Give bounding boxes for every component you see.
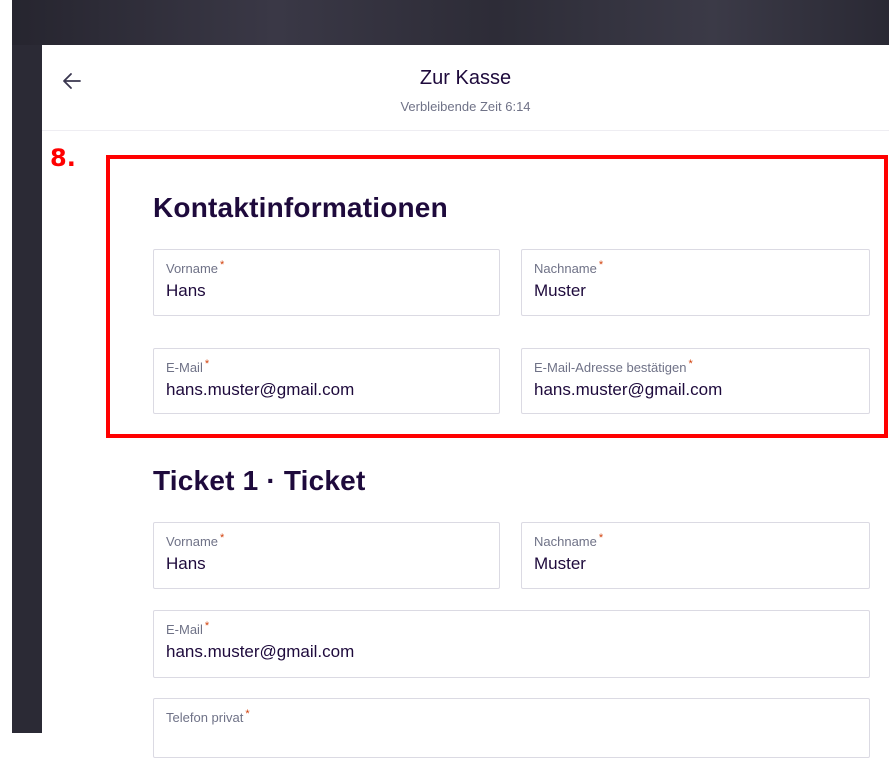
ticket-phone-field[interactable]: Telefon privat * (153, 698, 870, 758)
field-label: Nachname * (534, 532, 604, 549)
required-marker: * (204, 620, 210, 632)
screen-edge (0, 0, 12, 733)
contact-email-value: hans.muster@gmail.com (166, 380, 355, 399)
contact-email-confirm-value: hans.muster@gmail.com (534, 380, 723, 399)
field-label: Vorname * (166, 532, 225, 549)
contact-heading: Kontaktinformationen (153, 192, 448, 223)
ticket-first-name-field[interactable]: Vorname * Hans (153, 522, 500, 589)
required-marker: * (245, 708, 250, 720)
contact-first-name-field[interactable]: Vorname * Hans (153, 249, 500, 316)
contact-last-name-value: Muster (534, 281, 586, 300)
field-label: Telefon privat * (166, 708, 250, 725)
field-label: E-Mail-Adresse bestätigen * (534, 358, 693, 375)
required-marker: * (220, 532, 225, 544)
checkout-header: Zur Kasse Verbleibende Zeit 6:14 (42, 45, 889, 131)
required-marker: * (688, 358, 693, 370)
field-label: Nachname * (534, 259, 604, 276)
ticket-last-name-field[interactable]: Nachname * Muster (521, 522, 870, 589)
field-label: E-Mail * (166, 358, 210, 375)
contact-first-name-value: Hans (166, 281, 206, 300)
field-label: Vorname * (166, 259, 225, 276)
required-marker: * (598, 532, 604, 544)
time-remaining: Verbleibende Zeit 6:14 (400, 99, 531, 114)
ticket-heading: Ticket 1 · Ticket (153, 465, 366, 496)
backdrop-top (12, 0, 889, 45)
ticket-email-value: hans.muster@gmail.com (166, 642, 355, 661)
field-label: E-Mail * (166, 620, 210, 637)
contact-last-name-field[interactable]: Nachname * Muster (521, 249, 870, 316)
ticket-last-name-value: Muster (534, 554, 586, 573)
page-title: Zur Kasse (419, 67, 512, 89)
contact-email-field[interactable]: E-Mail * hans.muster@gmail.com (153, 348, 500, 414)
contact-email-confirm-field[interactable]: E-Mail-Adresse bestätigen * hans.muster@g… (521, 348, 870, 414)
ticket-email-field[interactable]: E-Mail * hans.muster@gmail.com (153, 610, 870, 678)
ticket-first-name-value: Hans (166, 554, 206, 573)
required-marker: * (598, 259, 604, 271)
required-marker: * (204, 358, 210, 370)
required-marker: * (220, 259, 225, 271)
step-number-label: 8. (50, 144, 76, 172)
